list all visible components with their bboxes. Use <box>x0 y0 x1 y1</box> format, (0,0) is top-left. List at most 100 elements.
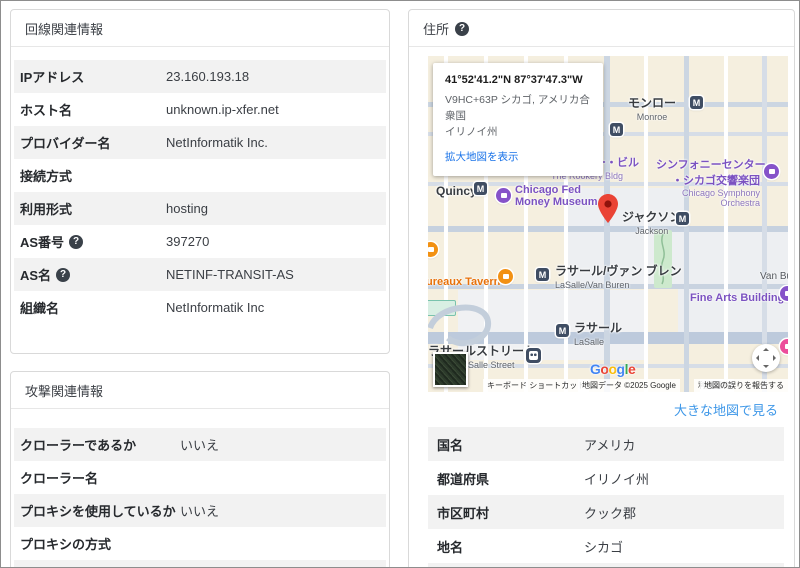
network-panel-header: 回線関連情報 <box>11 10 389 47</box>
metro-station-icon: M <box>676 212 689 225</box>
poi-label-fine-arts: Fine Arts Building <box>690 288 784 306</box>
row-value: クック郡 <box>584 503 636 522</box>
row-label: IPアドレス <box>20 67 84 86</box>
row-value: unknown.ip-xfer.net <box>166 102 279 117</box>
row-label: クローラー名 <box>20 468 98 487</box>
table-row <box>428 563 784 568</box>
poi-label-tavern: ureaux Tavern <box>428 272 500 290</box>
help-icon[interactable]: ? <box>69 235 83 249</box>
table-row: 組織名 NetInformatik Inc <box>14 291 386 324</box>
metro-station-icon: M <box>536 268 549 281</box>
row-label: プロキシの方式 <box>20 534 111 553</box>
restaurant-poi-icon[interactable] <box>428 242 438 257</box>
row-label: 地名 <box>437 537 463 556</box>
plus-code-address: V9HC+63P シカゴ, アメリカ合衆国 <box>445 93 593 125</box>
table-row: クローラーであるか いいえ <box>14 428 386 461</box>
map-data-attribution: 地図データ ©2025 Google <box>578 379 680 392</box>
expand-map-row: 大きな地図で見る <box>428 392 788 427</box>
keyboard-shortcuts-link[interactable]: キーボード ショートカット <box>483 379 589 392</box>
address-table: 国名 アメリカ 都道府県 イリノイ州 市区町村 クック郡 地名 シカゴ <box>428 427 784 568</box>
table-row: クローラー名 <box>14 461 386 494</box>
metro-station-icon: M <box>690 96 703 109</box>
view-larger-map-external-link[interactable]: 大きな地図で見る <box>674 403 778 418</box>
tavern-poi-icon[interactable] <box>498 269 513 284</box>
location-pin <box>598 194 618 224</box>
address-panel: 住所 ? <box>408 9 795 568</box>
row-value: いいえ <box>180 435 219 454</box>
row-label: 利用形式 <box>20 199 72 218</box>
row-label: プロバイダー名 <box>20 133 110 152</box>
row-label: 市区町村 <box>437 503 489 522</box>
table-row: プロバイダー名 NetInformatik Inc. <box>14 126 386 159</box>
row-value: hosting <box>166 201 208 216</box>
view-larger-map-link[interactable]: 拡大地図を表示 <box>445 149 519 164</box>
table-row: 利用形式 hosting <box>14 192 386 225</box>
help-icon[interactable]: ? <box>56 268 70 282</box>
pan-left-icon <box>756 355 759 361</box>
pan-down-icon <box>763 365 769 368</box>
report-map-error-link[interactable]: 地図の誤りを報告する <box>700 379 788 392</box>
station-label-jackson: ジャクソン Jackson <box>622 208 681 236</box>
metro-station-icon: M <box>610 123 623 136</box>
panel-title: 回線関連情報 <box>25 19 103 38</box>
metro-station-icon: M <box>556 324 569 337</box>
museum-poi-icon[interactable] <box>496 188 511 203</box>
row-label: 組織名 <box>20 298 59 317</box>
coordinates-title: 41°52'41.2"N 87°37'47.3"W <box>445 74 593 86</box>
table-row: 都道府県 イリノイ州 <box>428 461 784 495</box>
table-row: プロキシの方式 <box>14 527 386 560</box>
table-row: 市区町村 クック郡 <box>428 495 784 529</box>
table-row <box>14 560 386 568</box>
pan-up-icon <box>763 348 769 351</box>
row-value: いいえ <box>180 501 219 520</box>
google-logo[interactable]: Google <box>590 361 635 377</box>
train-station-icon <box>526 348 541 363</box>
row-value: NETINF-TRANSIT-AS <box>166 267 294 282</box>
row-value: アメリカ <box>584 435 635 454</box>
row-label: クローラーであるか <box>20 435 136 454</box>
metro-station-icon: M <box>474 182 487 195</box>
table-row: IPアドレス 23.160.193.18 <box>14 60 386 93</box>
table-row: AS番号? 397270 <box>14 225 386 258</box>
map-info-card: 41°52'41.2"N 87°37'47.3"W V9HC+63P シカゴ, … <box>433 63 603 176</box>
street-label-van-buren: Van Buren <box>760 266 788 284</box>
help-icon[interactable]: ? <box>455 22 469 36</box>
table-row: ホスト名 unknown.ip-xfer.net <box>14 93 386 126</box>
row-value: イリノイ州 <box>584 469 649 488</box>
map-attribution-bar: キーボード ショートカット 地図データ ©2025 Google 利用規約 地図… <box>428 379 788 392</box>
poi-label-fed-museum: Chicago Fed Money Museum <box>515 184 598 208</box>
symphony-poi-icon[interactable] <box>764 164 779 179</box>
row-value: 23.160.193.18 <box>166 69 249 84</box>
table-row: プロキシを使用しているか いいえ <box>14 494 386 527</box>
fine-arts-poi-icon[interactable] <box>780 286 788 301</box>
station-label-quincy: Quincy <box>436 182 477 200</box>
station-label-lasalle-vanburen: ラサール/ヴァン ブレン LaSalle/Van Buren <box>555 262 682 290</box>
table-row: 接続方式 <box>14 159 386 192</box>
row-label: AS名 <box>20 265 51 284</box>
station-label-lasalle: ラサール LaSalle <box>574 319 622 347</box>
address-panel-header: 住所 ? <box>409 10 794 47</box>
network-info-panel: 回線関連情報 IPアドレス 23.160.193.18 ホスト名 unknown… <box>10 9 390 354</box>
address-line2: イリノイ州 <box>445 125 593 141</box>
attack-info-panel: 攻撃関連情報 クローラーであるか いいえ クローラー名 プロキシを使用しているか… <box>10 371 390 568</box>
table-row: AS名? NETINF-TRANSIT-AS <box>14 258 386 291</box>
ip-lookup-page: 回線関連情報 IPアドレス 23.160.193.18 ホスト名 unknown… <box>0 0 800 568</box>
map-pan-control[interactable] <box>752 344 780 372</box>
row-label: AS番号 <box>20 232 64 251</box>
row-value: シカゴ <box>584 537 623 556</box>
row-value: NetInformatik Inc <box>166 300 264 315</box>
attack-panel-header: 攻撃関連情報 <box>11 372 389 409</box>
table-row: 地名 シカゴ <box>428 529 784 563</box>
table-row: 国名 アメリカ <box>428 427 784 461</box>
map-road <box>762 56 767 392</box>
row-value: 397270 <box>166 234 209 249</box>
poi-icon[interactable] <box>780 339 788 354</box>
poi-label-symphony: シンフォニーセンター ・シカゴ交響楽団 Chicago Symphony Orc… <box>656 156 760 208</box>
google-map-embed[interactable]: モンロー Monroe M Monroe M ルーカリー・ビル The Rook… <box>428 56 788 392</box>
map-road <box>724 56 728 392</box>
panel-title: 住所 <box>423 19 449 38</box>
row-label: 国名 <box>437 435 463 454</box>
row-label: 都道府県 <box>437 469 489 488</box>
pan-right-icon <box>773 355 776 361</box>
row-label: 接続方式 <box>20 166 72 185</box>
